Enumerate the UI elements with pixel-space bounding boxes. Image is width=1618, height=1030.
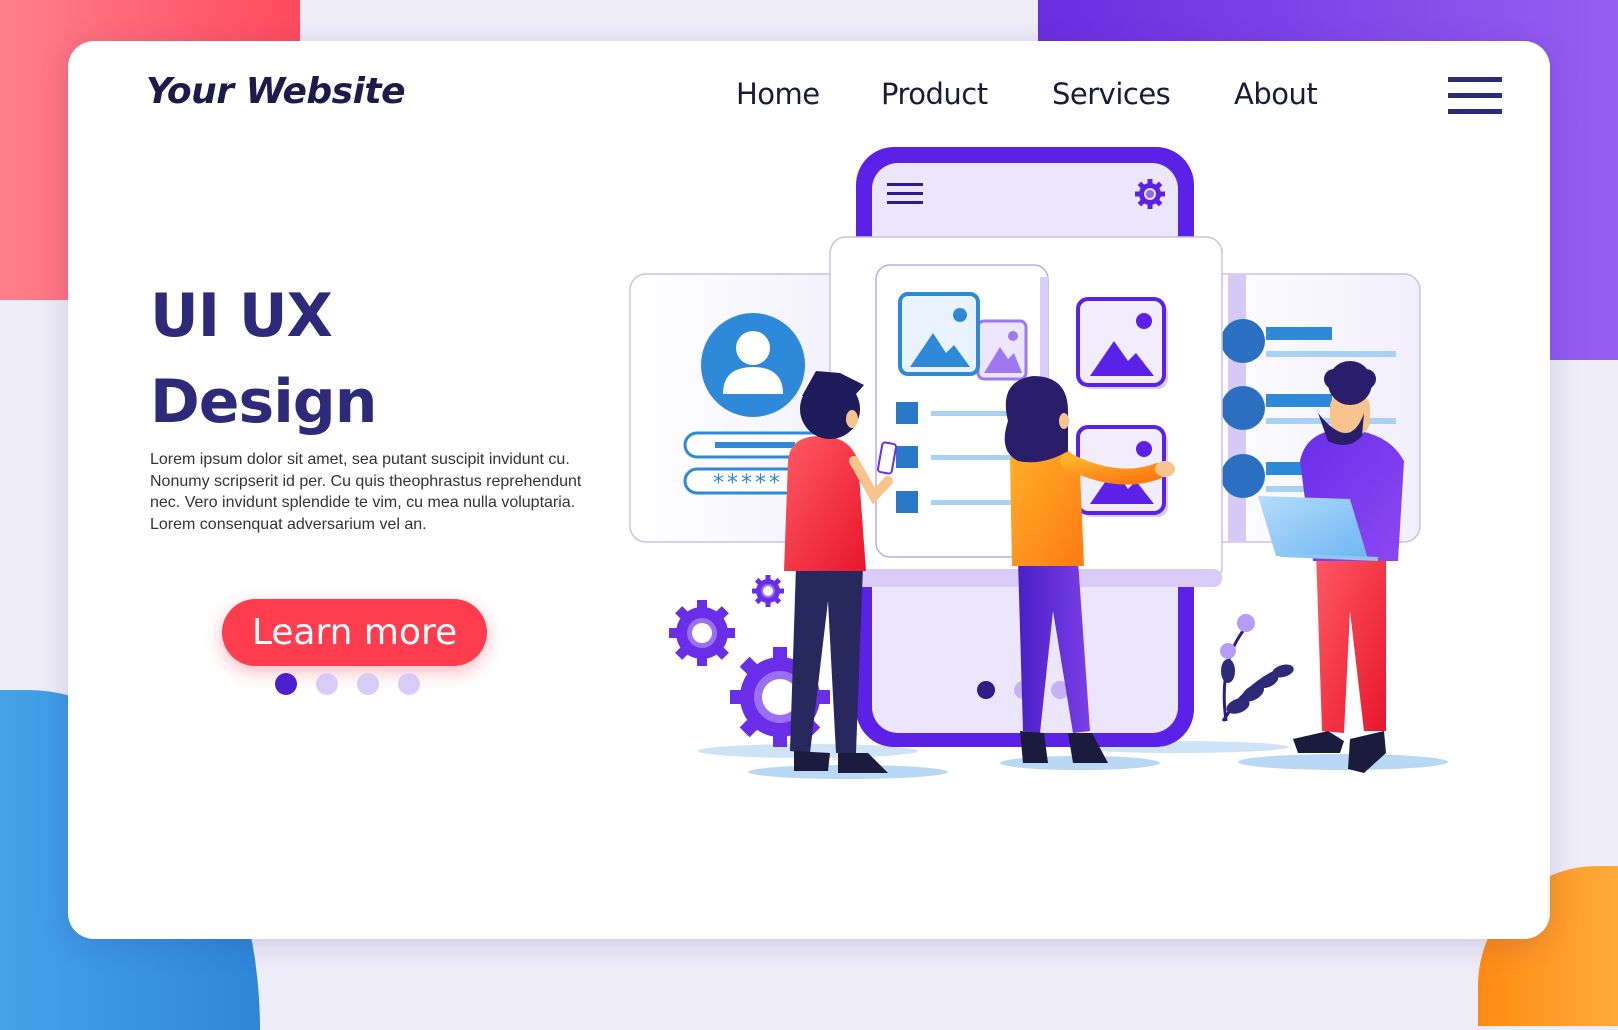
plant: [1220, 614, 1294, 722]
carousel-dot-4[interactable]: [398, 673, 420, 695]
hero-title-line1: UI UX: [150, 281, 333, 351]
carousel-dot-3[interactable]: [357, 673, 379, 695]
carousel-dot-1[interactable]: [275, 673, 297, 695]
password-mask: *****: [713, 471, 783, 496]
nav-item-about[interactable]: About: [1234, 77, 1318, 111]
phone-gear-icon: [1135, 179, 1165, 209]
site-logo[interactable]: Your Website: [146, 71, 406, 112]
hero-title-line2: Design: [150, 367, 377, 437]
landing-page-card: Your Website Home Product Services About…: [68, 41, 1550, 939]
learn-more-button[interactable]: Learn more: [222, 599, 487, 666]
hero-title: UI UX Design: [150, 273, 377, 445]
nav-item-home[interactable]: Home: [736, 77, 820, 111]
nav-item-product[interactable]: Product: [881, 77, 988, 111]
hero-description: Lorem ipsum dolor sit amet, sea putant s…: [150, 451, 582, 533]
nav-item-services[interactable]: Services: [1052, 77, 1171, 111]
hamburger-menu-icon[interactable]: [1448, 77, 1502, 115]
carousel-dot-2[interactable]: [316, 673, 338, 695]
